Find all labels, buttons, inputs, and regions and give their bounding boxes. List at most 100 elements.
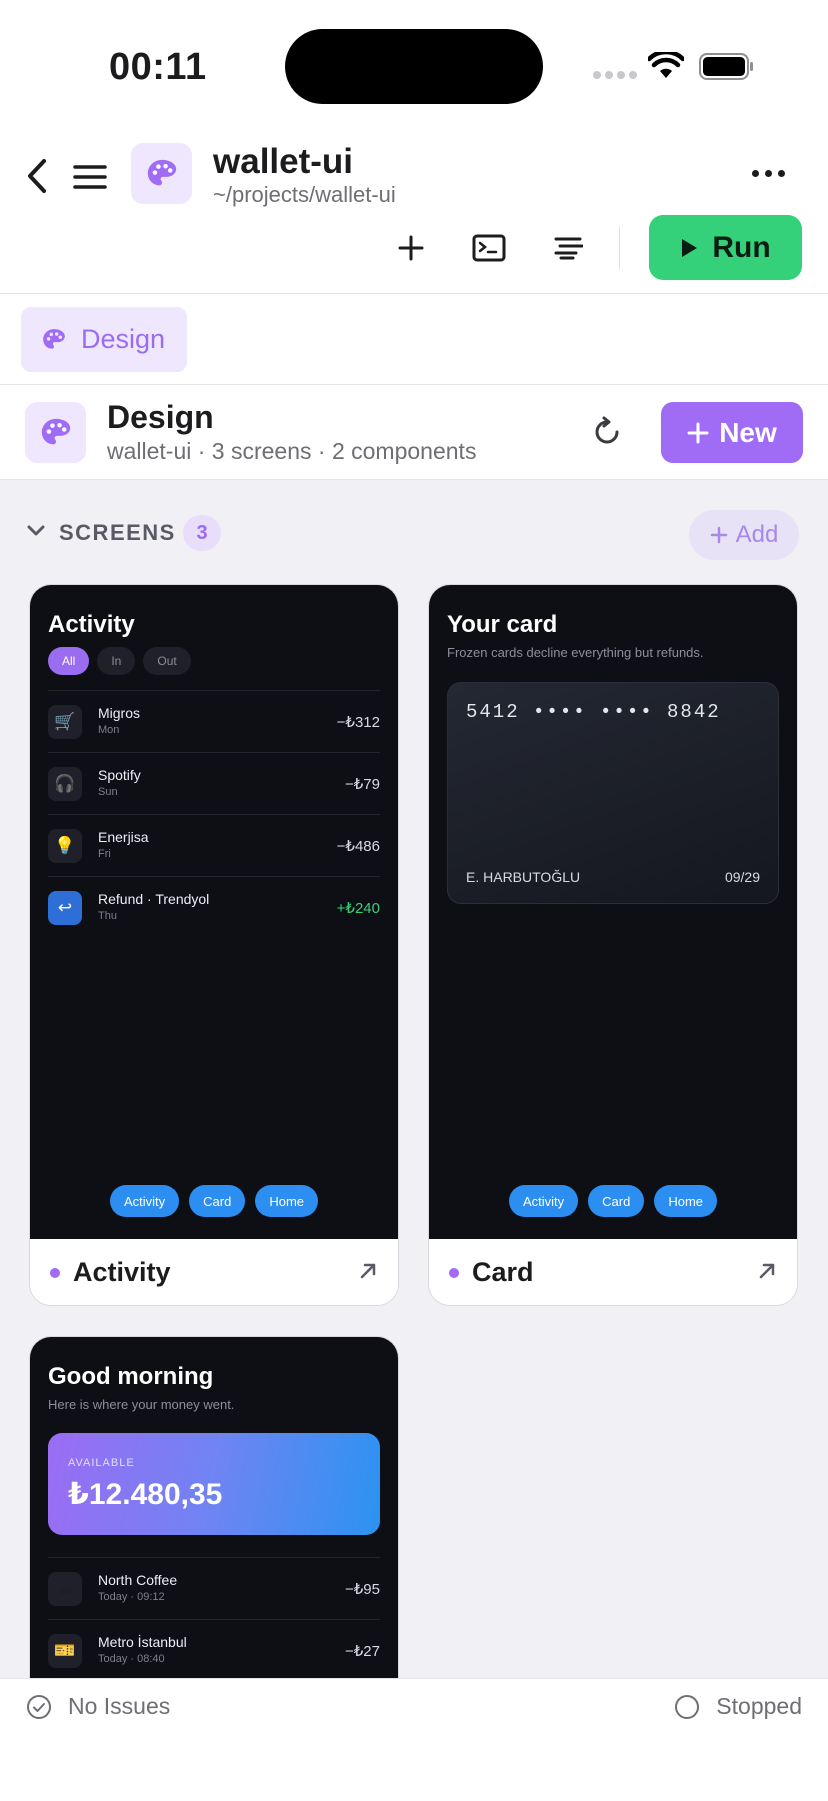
design-icon [25,402,86,463]
lines-icon [554,237,583,260]
transaction-name: Spotify [98,767,141,783]
dynamic-island [285,29,543,104]
open-arrow-icon[interactable] [358,1261,378,1281]
headphones-icon: 🎧 [48,767,82,801]
screen-preview-home: Good morning Here is where your money we… [30,1337,398,1678]
transaction-row: ↩ Refund · Trendyol Thu +₺240 [48,876,380,938]
nav-pill-activity: Activity [508,1185,579,1217]
transaction-row: 💡 Enerjisa Fri −₺486 [48,814,380,876]
transaction-row: 🎧 Spotify Sun −₺79 [48,752,380,814]
plus-icon [398,235,424,261]
palette-icon [43,328,65,349]
transaction-amount: −₺312 [336,714,380,731]
coffee-icon: ☕ [48,1572,82,1606]
transaction-day: Sun [98,786,118,798]
project-header: wallet-ui ~/projects/wallet-ui Run [0,130,828,294]
status-dot [50,1268,60,1278]
transaction-amount: −₺79 [345,776,380,793]
tab-bar: Design [0,294,828,385]
transaction-amount: +₺240 [336,900,380,917]
screen-card-footer: Activity [30,1239,398,1305]
issues-indicator[interactable]: No Issues [26,1693,170,1720]
screens-section-header: SCREENS 3 Add [0,510,828,560]
stopped-circle-icon [675,1694,700,1719]
check-circle-icon [27,1694,51,1719]
chevron-left-icon [28,159,46,193]
design-title: Design [107,399,214,435]
screen-name: Card [472,1257,534,1287]
transaction-row: 🎫 Metro İstanbul Today · 08:40 −₺27 [48,1619,380,1678]
run-state-label: Stopped [716,1693,802,1719]
bank-card: 5412 •••• •••• 8842 E. HARBUTOĞLU 09/29 [447,682,779,904]
transaction-row: ☕ North Coffee Today · 09:12 −₺95 [48,1557,380,1619]
project-name: wallet-ui [213,142,354,181]
transaction-day: Thu [98,910,117,922]
design-header: Design wallet-ui · 3 screens · 2 compone… [0,385,828,480]
battery-icon [699,53,753,80]
wifi-icon [648,52,684,78]
toolbar-divider [619,226,620,270]
run-state-indicator[interactable]: Stopped [674,1693,802,1720]
screen-card-home[interactable]: Good morning Here is where your money we… [29,1336,399,1678]
cart-icon: 🛒 [48,705,82,739]
chevron-down-icon[interactable] [27,524,45,538]
preview-title: Good morning [48,1363,214,1390]
card-number: 5412 •••• •••• 8842 [466,701,721,723]
logs-button[interactable] [548,228,588,268]
project-icon [131,143,192,204]
new-button[interactable]: New [661,402,803,463]
back-button[interactable] [22,156,52,196]
tab-design[interactable]: Design [21,307,187,372]
balance-value: ₺12.480,35 [68,1478,223,1511]
open-arrow-icon[interactable] [757,1261,777,1281]
refund-icon: ↩ [48,891,82,925]
balance-card: AVAILABLE ₺12.480,35 [48,1433,380,1535]
ticket-icon: 🎫 [48,1634,82,1668]
nav-pill-home: Home [255,1185,319,1217]
screen-card-activity[interactable]: Activity All In Out 🛒 Migros Mon −₺312 🎧… [29,584,399,1306]
status-bar: 00:11 [0,0,828,130]
transaction-name: Enerjisa [98,829,149,845]
transaction-day: Today · 08:40 [98,1653,165,1665]
status-time: 00:11 [109,46,207,88]
screen-name: Activity [73,1257,171,1287]
screens-count-badge: 3 [183,515,221,551]
add-screen-button[interactable]: Add [689,510,799,560]
filter-chip-out: Out [143,647,191,675]
transaction-amount: −₺27 [345,1643,380,1660]
preview-nav: Activity Card Home [429,1185,797,1217]
transaction-amount: −₺486 [336,838,380,855]
card-expiry: 09/29 [724,869,760,885]
preview-title: Activity [48,611,135,638]
card-holder: E. HARBUTOĞLU [466,869,581,885]
nav-pill-activity: Activity [109,1185,180,1217]
bottom-status-bar: No Issues Stopped [0,1678,828,1801]
refresh-button[interactable] [587,412,627,452]
preview-subtitle: Frozen cards decline everything but refu… [447,645,704,660]
screen-card-card[interactable]: Your card Frozen cards decline everythin… [428,584,798,1306]
filter-chip-in: In [97,647,136,675]
menu-button[interactable] [72,160,108,194]
cellular-signal-icon [593,71,637,79]
balance-label: AVAILABLE [68,1457,135,1469]
play-icon [682,238,698,257]
add-file-button[interactable] [391,228,431,268]
preview-nav: Activity Card Home [30,1185,398,1217]
run-label: Run [712,230,771,264]
transaction-name: Migros [98,705,141,721]
refresh-icon [595,416,619,444]
nav-pill-card: Card [189,1185,246,1217]
screens-section-title: SCREENS [59,520,176,545]
transaction-name: North Coffee [98,1572,178,1588]
issues-label: No Issues [68,1693,171,1719]
new-label: New [719,416,777,448]
terminal-button[interactable] [469,228,509,268]
transaction-name: Metro İstanbul [98,1634,187,1650]
screen-preview-activity: Activity All In Out 🛒 Migros Mon −₺312 🎧… [30,585,398,1239]
run-button[interactable]: Run [649,215,802,280]
nav-pill-card: Card [588,1185,645,1217]
more-options-button[interactable] [752,170,785,177]
transaction-name: Refund · Trendyol [98,891,210,907]
transaction-amount: −₺95 [345,1581,380,1598]
transaction-row: 🛒 Migros Mon −₺312 [48,690,380,752]
